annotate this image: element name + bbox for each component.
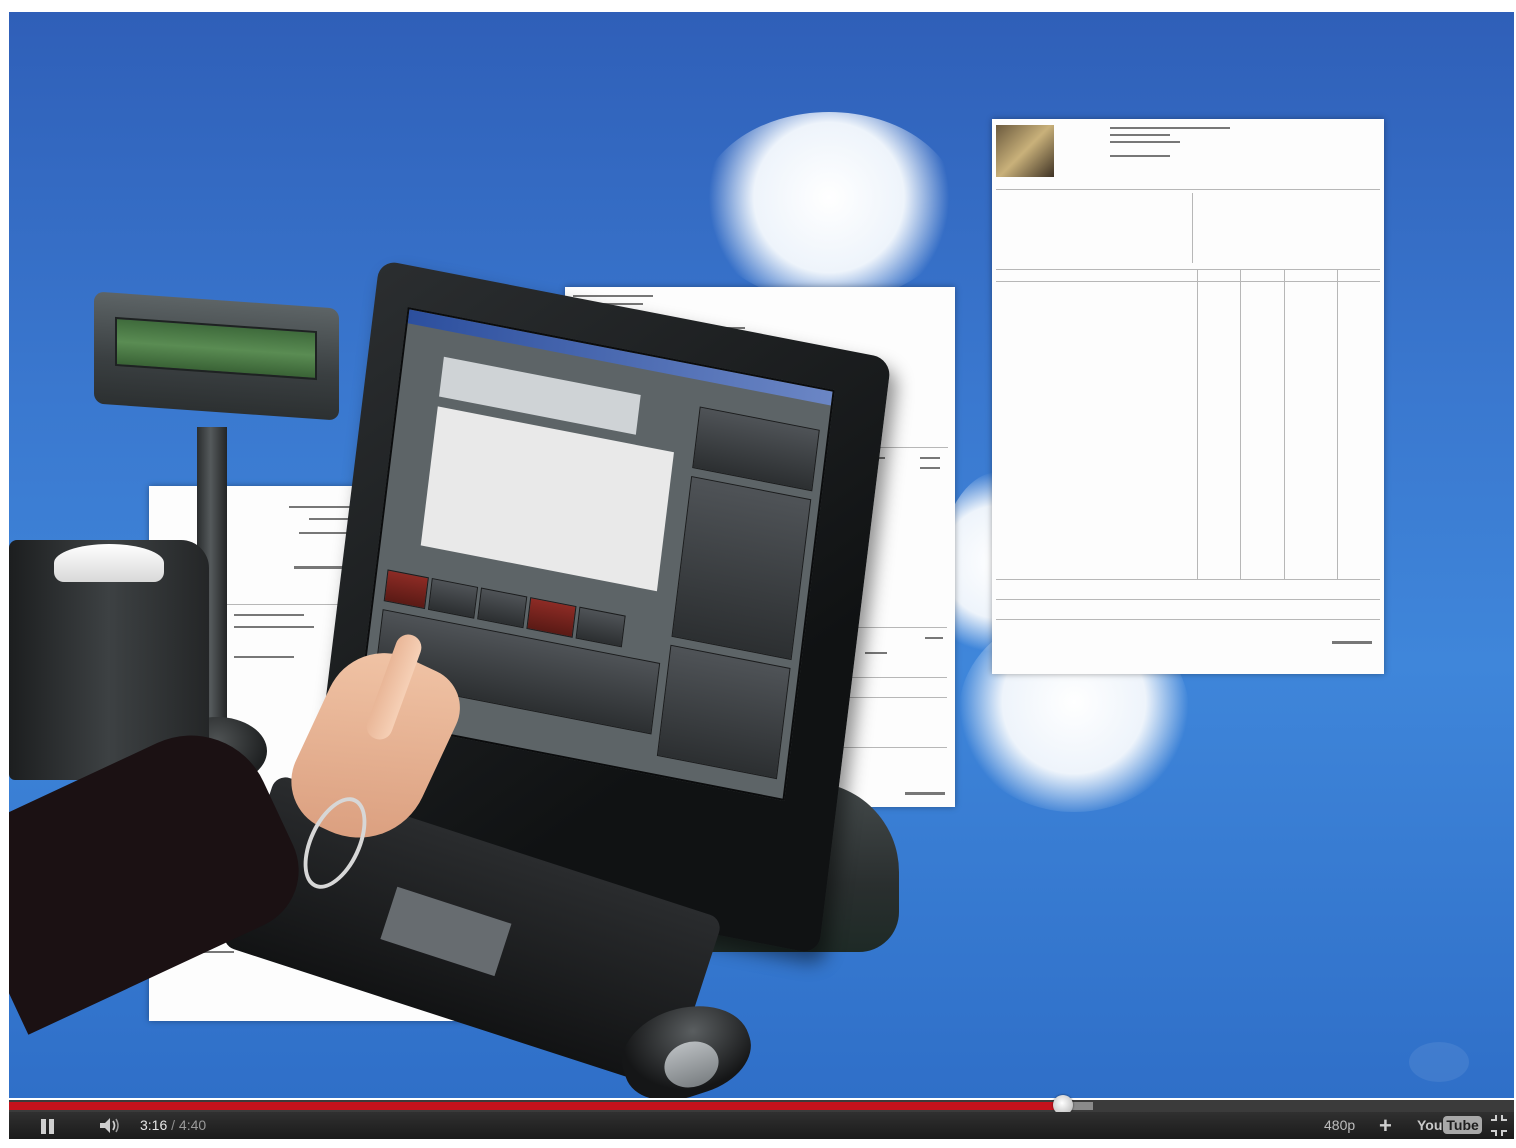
current-time: 3:16 — [140, 1117, 168, 1133]
player-controls: 3:16 / 4:40 480p + You Tube — [9, 1112, 1514, 1139]
time-display: 3:16 / 4:40 — [140, 1112, 206, 1139]
quality-button[interactable]: 480p — [1324, 1112, 1355, 1139]
time-separator: / — [167, 1117, 179, 1133]
volume-icon[interactable] — [97, 1112, 127, 1139]
progress-bar[interactable] — [9, 1095, 1514, 1115]
printer-paper-roll — [54, 544, 164, 582]
pause-icon[interactable] — [37, 1112, 57, 1139]
youtube-logo[interactable]: You Tube — [1417, 1112, 1482, 1139]
logo-you: You — [1417, 1117, 1443, 1133]
product-thumbnail — [996, 125, 1054, 177]
logo-tube: Tube — [1443, 1116, 1482, 1134]
duration: 4:40 — [178, 1117, 207, 1133]
video-frame[interactable] — [9, 12, 1514, 1098]
video-player: 3:16 / 4:40 480p + You Tube — [0, 0, 1516, 1139]
cloud — [699, 112, 959, 302]
add-to-button[interactable]: + — [1379, 1112, 1392, 1139]
exit-fullscreen-icon[interactable] — [1489, 1112, 1509, 1139]
progress-played — [9, 1102, 1063, 1110]
invoice-document-right — [992, 119, 1384, 674]
watermark — [1409, 1042, 1469, 1082]
